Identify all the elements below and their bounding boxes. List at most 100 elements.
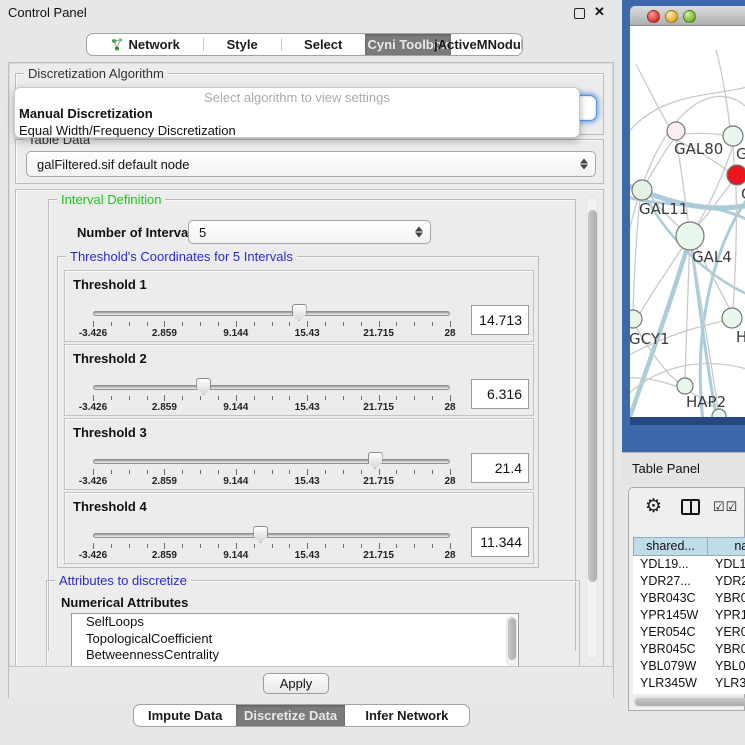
float-window-icon[interactable] [574, 8, 585, 19]
numerical-attributes-list[interactable]: SelfLoopsTopologicalCoefficientBetweenne… [71, 613, 519, 667]
tab-discretize-data[interactable]: Discretize Data [236, 705, 344, 726]
zoom-traffic-light-icon[interactable] [683, 10, 696, 23]
slider-track[interactable] [93, 533, 450, 538]
network-node-gcy1[interactable] [630, 310, 642, 328]
network-node-gal80[interactable] [667, 122, 685, 140]
table-header-row: shared... name [633, 537, 745, 556]
network-node-node-h[interactable] [722, 308, 742, 328]
close-icon[interactable]: ✕ [594, 4, 605, 20]
network-node-node-red[interactable] [727, 165, 745, 185]
dropdown-option[interactable]: Equal Width/Frequency Discretization [15, 122, 579, 138]
table-row[interactable]: YLR345WYLR345W [633, 675, 745, 692]
slider-tick [414, 470, 415, 474]
column-header-shared-name[interactable]: shared... [633, 537, 708, 556]
table-row[interactable]: YER054CYER054C [633, 624, 745, 641]
slider-tick [254, 396, 255, 400]
threshold-panel: Threshold 3-3.4262.8599.14415.4321.71528 [64, 418, 534, 490]
settings-scrollbar[interactable] [586, 196, 598, 660]
table-data-combobox[interactable]: galFiltered.sif default node [26, 151, 596, 177]
threshold-value-field[interactable] [471, 453, 529, 483]
slider-tick [325, 396, 326, 400]
cell-name: YBR045C [708, 641, 745, 658]
slider-thumb[interactable] [196, 378, 211, 395]
table-horizontal-scrollbar[interactable] [633, 696, 745, 707]
attribute-item[interactable]: SelfLoops [72, 614, 518, 631]
attribute-item[interactable]: BetweennessCentrality [72, 647, 518, 664]
tab-infer-network[interactable]: Infer Network [345, 705, 469, 726]
table-toolbar: ⚙ ☑☑ [629, 488, 744, 532]
list-scrollbar[interactable] [506, 616, 517, 666]
slider-tick-label: -3.426 [79, 550, 107, 561]
table-row[interactable]: YIL052CYIL052C [633, 692, 745, 694]
slider-tick [450, 469, 451, 475]
slider-tick-label: 21.715 [363, 402, 394, 413]
network-node-node-ga[interactable] [723, 126, 743, 146]
table-row[interactable]: YPR145WYPR145W [633, 607, 745, 624]
table-row[interactable]: YDL19...YDL19... [633, 556, 745, 573]
network-node-gal4[interactable] [676, 222, 704, 250]
network-canvas[interactable]: GAL80GACGAL11GAL4GCY1HHAP2 [630, 26, 745, 417]
tab-impute-data[interactable]: Impute Data [134, 705, 236, 726]
slider-tick [147, 470, 148, 474]
cell-shared-name: YER054C [633, 624, 708, 641]
slider-tick [200, 470, 201, 474]
attribute-item[interactable]: TopologicalCoefficient [72, 631, 518, 648]
slider-tick [379, 469, 380, 475]
select-columns-icon[interactable]: ☑☑ [713, 499, 738, 515]
slider-tick [414, 322, 415, 326]
slider-tick [272, 396, 273, 400]
group-title: Discretization Algorithm [24, 66, 168, 81]
tab-style[interactable]: Style [203, 34, 281, 55]
slider-tick-label: 9.144 [223, 402, 248, 413]
slider-tick-label: 15.43 [295, 476, 320, 487]
slider-tick-label: -3.426 [79, 402, 107, 413]
slider-tick [396, 470, 397, 474]
tab-network[interactable]: Network [87, 34, 203, 55]
slider-tick-label: 21.715 [363, 550, 394, 561]
apply-button[interactable]: Apply [263, 673, 329, 694]
slider-tick [343, 470, 344, 474]
close-traffic-light-icon[interactable] [647, 10, 660, 23]
tab-select[interactable]: Select [281, 34, 366, 55]
slider-tick [93, 543, 94, 549]
slider-tick [254, 470, 255, 474]
gear-icon[interactable]: ⚙ [645, 495, 662, 518]
network-node-gal11[interactable] [632, 180, 652, 200]
slider-tick-label: -3.426 [79, 476, 107, 487]
threshold-label: Threshold 1 [73, 277, 147, 292]
slider-track[interactable] [93, 311, 450, 316]
number-of-intervals-combobox[interactable]: 5 [188, 220, 431, 244]
dropdown-placeholder-option[interactable]: Select algorithm to view settings [15, 88, 579, 105]
slider-thumb[interactable] [253, 526, 268, 543]
threshold-value-field[interactable] [471, 379, 529, 409]
slider-tick [307, 395, 308, 401]
slider-tick-label: 2.859 [152, 550, 177, 561]
slider-tick [343, 322, 344, 326]
cell-shared-name: YBR043C [633, 590, 708, 607]
table-row[interactable]: YBL079WYBL079W [633, 658, 745, 675]
slider-thumb[interactable] [292, 304, 307, 321]
table-data-selected-value: galFiltered.sif default node [37, 157, 189, 172]
split-view-icon[interactable] [681, 499, 700, 515]
minimize-traffic-light-icon[interactable] [665, 10, 678, 23]
dropdown-option[interactable]: Manual Discretization [15, 105, 579, 122]
threshold-value-field[interactable] [471, 305, 529, 335]
slider-thumb[interactable] [368, 452, 383, 469]
table-row[interactable]: YDR27...YDR27... [633, 573, 745, 590]
slider-tick [379, 321, 380, 327]
tab-label: jActiveMNodules [434, 37, 523, 52]
table-row[interactable]: YBR043CYBR043C [633, 590, 745, 607]
slider-track[interactable] [93, 459, 450, 464]
table-body[interactable]: YDL19...YDL19...YDR27...YDR27...YBR043CY… [633, 556, 745, 694]
threshold-label: Threshold 2 [73, 351, 147, 366]
slider-tick [147, 396, 148, 400]
table-row[interactable]: YBR045CYBR045C [633, 641, 745, 658]
stepper-icon [415, 227, 423, 238]
tab-jactivemnodules[interactable]: jActiveMNodules [451, 34, 522, 55]
network-node-hap2[interactable] [677, 378, 693, 394]
threshold-value-field[interactable] [471, 527, 529, 557]
tab-label: Infer Network [365, 708, 448, 723]
slider-tick [361, 322, 362, 326]
column-header-name[interactable]: name [708, 537, 745, 556]
slider-track[interactable] [93, 385, 450, 390]
